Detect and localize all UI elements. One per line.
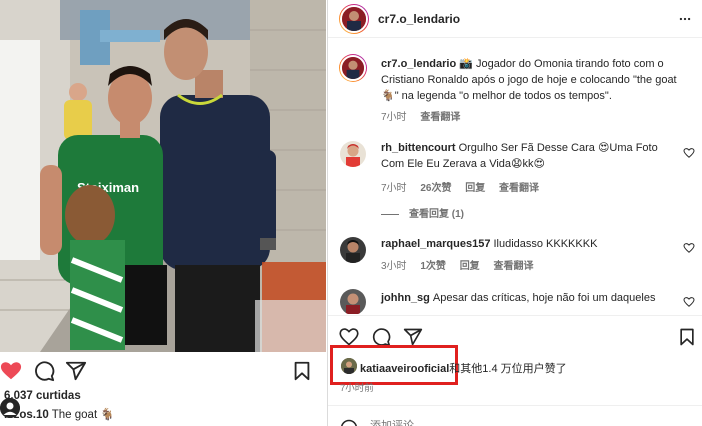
reply-button[interactable]: 回复 [465,183,485,194]
comment-time[interactable]: 3小时 [381,261,407,272]
commenter-avatar[interactable] [340,289,366,314]
emoji-icon[interactable] [340,419,358,426]
add-comment-input[interactable] [370,417,630,426]
caption-text: cr7.o_lendario 📸 Jogador do Omonia tirand… [381,56,681,104]
author-username[interactable]: cr7.o_lendario [378,12,460,26]
share-icon[interactable] [403,327,423,347]
view-replies-button[interactable]: 查看回复 (1) [381,205,464,220]
comment-body: Iludidasso KKKKKKK [493,238,598,250]
save-icon[interactable] [291,360,313,382]
feed-post-panel: Stoiximan 6.037 curtidas lezos.10 The go… [0,0,326,426]
user-avatar[interactable] [0,398,20,418]
like-heart-icon[interactable] [339,327,359,347]
commenter-avatar-image [340,141,366,167]
comment-likes[interactable]: 26次赞 [420,183,451,194]
story-ring[interactable] [339,54,367,82]
comment-like-icon[interactable] [683,242,695,254]
see-translation-button[interactable]: 查看翻译 [420,112,460,123]
reply-button[interactable]: 回复 [460,261,480,272]
caption-meta: 7小时 查看翻译 [381,108,471,123]
caption-time[interactable]: 7小时 [381,112,407,123]
comment-username[interactable]: raphael_marques157 [381,238,490,250]
comment-username[interactable]: johhn_sg [381,292,430,304]
commenter-avatar-image [340,237,366,263]
comment-text: johhn_sg Apesar das críticas, hoje não fo… [381,290,681,306]
see-translation-button[interactable]: 查看翻译 [499,183,539,194]
comment-icon[interactable] [33,360,55,382]
liked-by-suffix[interactable]: 和其他1.4 万位用户赞了 [449,363,566,375]
liker-avatar[interactable] [341,358,357,374]
feed-action-bar [0,353,326,387]
author-avatar-image [342,57,364,79]
commenter-avatar[interactable] [340,237,366,263]
comment-text: raphael_marques157 Iludidasso KKKKKKK [381,236,681,252]
post-timestamp[interactable]: 7小时前 [340,380,374,394]
author-avatar [340,55,366,81]
author-avatar [340,5,368,33]
comment-icon[interactable] [371,327,391,347]
see-translation-button[interactable]: 查看翻译 [493,261,533,272]
comment-likes[interactable]: 1次赞 [420,261,446,272]
liked-by-text: katiaaveirooficial和其他1.4 万位用户赞了 [360,360,567,376]
post-detail-panel: cr7.o_lendario cr7.o_lendario 📸 Jogador … [327,0,702,426]
post-header: cr7.o_lendario [328,0,702,38]
caption-username[interactable]: cr7.o_lendario [381,58,456,70]
instagram-post-screen: Stoiximan 6.037 curtidas lezos.10 The go… [0,0,702,426]
post-photo[interactable]: Stoiximan [0,0,326,352]
add-comment-bar [328,405,702,426]
replies-divider [381,213,399,215]
liker-avatar-image [341,358,357,374]
author-avatar-image [342,7,366,31]
post-photo-illustration: Stoiximan [0,0,326,352]
comment-username[interactable]: rh_bittencourt [381,142,456,154]
caption-text: lezos.10 The goat 🐐 [4,407,115,421]
caption-body: The goat 🐐 [51,409,115,421]
liker-username[interactable]: katiaaveirooficial [360,363,449,375]
comment-body: Apesar das críticas, hoje não foi um daq… [432,292,656,304]
feed-caption: lezos.10 The goat 🐐 [0,397,326,426]
commenter-avatar-image [340,289,366,314]
commenter-avatar[interactable] [340,141,366,167]
more-options-icon[interactable] [677,12,693,26]
comment-time[interactable]: 7小时 [381,183,407,194]
liked-heart-icon[interactable] [0,360,22,382]
comment-meta: 3小时 1次赞 回复 查看翻译 [381,257,544,272]
view-replies-label: 查看回复 (1) [409,209,464,220]
share-icon[interactable] [65,360,87,382]
comment-like-icon[interactable] [683,296,695,308]
comment-meta: 7小时 26次赞 回复 查看翻译 [381,179,550,194]
save-icon[interactable] [677,327,697,347]
comments-list[interactable]: cr7.o_lendario 📸 Jogador do Omonia tirand… [328,38,702,314]
comment-text: rh_bittencourt Orgulho Ser Fã Desse Cara … [381,140,681,172]
default-avatar-icon [0,398,20,418]
story-ring[interactable] [339,4,369,34]
comment-like-icon[interactable] [683,147,695,159]
